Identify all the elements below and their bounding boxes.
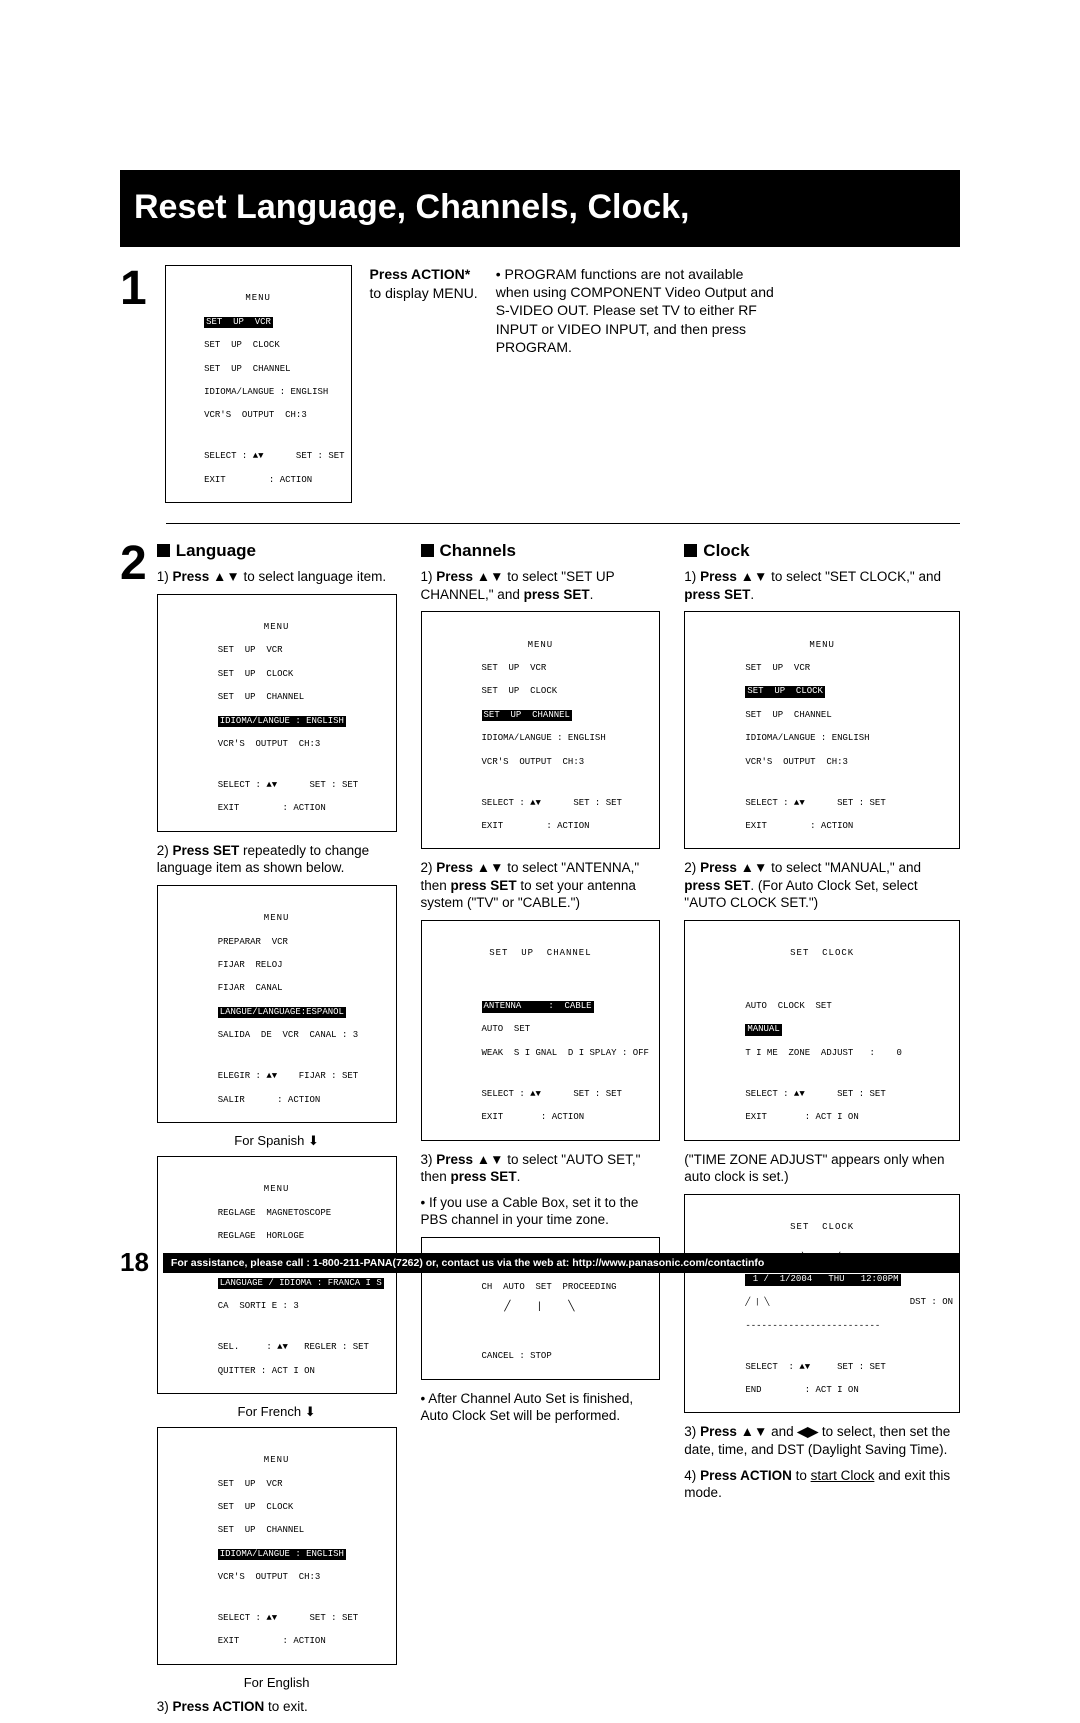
step-2-number: 2	[120, 540, 147, 588]
menu-footer: EXIT : ACTION	[204, 475, 312, 485]
channels-menu-1: MENU SET UP VCR SET UP CLOCK SET UP CHAN…	[421, 611, 661, 849]
divider	[166, 523, 960, 524]
clock-head: Clock	[684, 540, 960, 562]
clock-p4: 4) Press ACTION to start Clock and exit …	[684, 1467, 960, 1502]
clock-column: Clock 1) Press ▲▼ to select "SET CLOCK,"…	[684, 540, 960, 1723]
menu-hl: SET UP VCR	[204, 317, 273, 329]
caption-english: For English	[157, 1675, 397, 1692]
action-text: to display MENU.	[370, 285, 478, 301]
step1-note: • PROGRAM functions are not available wh…	[496, 265, 776, 356]
page-title: Reset Language, Channels, Clock,	[120, 170, 960, 247]
channels-head: Channels	[421, 540, 661, 562]
menu-line: VCR'S OUTPUT CH:3	[204, 410, 307, 420]
step-2: 2 Language 1) Press ▲▼ to select languag…	[120, 540, 960, 1723]
lang-menu-1: MENU SET UP VCR SET UP CLOCK SET UP CHAN…	[157, 594, 397, 832]
note-text: PROGRAM functions are not available when…	[496, 266, 774, 355]
scan-icon: ╱ | ╲	[428, 1305, 654, 1310]
action-label: Press ACTION*	[370, 266, 471, 282]
down-arrow-icon: ⬇	[308, 1133, 319, 1148]
channels-bullet: • If you use a Cable Box, set it to the …	[421, 1194, 661, 1229]
menu-footer: SELECT : ▲▼ SET : SET	[204, 451, 344, 461]
step1-menu: MENU SET UP VCR SET UP CLOCK SET UP CHAN…	[165, 265, 352, 503]
clock-p2: 2) Press ▲▼ to select "MANUAL," and pres…	[684, 859, 960, 912]
menu-line: IDIOMA/LANGUE : ENGLISH	[204, 387, 328, 397]
menu-line: SET UP CHANNEL	[204, 364, 290, 374]
language-column: Language 1) Press ▲▼ to select language …	[157, 540, 397, 1723]
step-1-number: 1	[120, 265, 147, 313]
channels-p1: 1) Press ▲▼ to select "SET UP CHANNEL," …	[421, 568, 661, 603]
down-arrow-icon: ⬇	[305, 1404, 316, 1419]
footer: 18 For assistance, please call : 1-800-2…	[120, 1247, 960, 1278]
clock-p1: 1) Press ▲▼ to select "SET CLOCK," and p…	[684, 568, 960, 603]
step-1: 1 MENU SET UP VCR SET UP CLOCK SET UP CH…	[120, 265, 960, 503]
page-number: 18	[120, 1247, 149, 1278]
channels-p3: 3) Press ▲▼ to select "AUTO SET," then p…	[421, 1151, 661, 1186]
clock-p3: 3) Press ▲▼ and ◀▶ to select, then set t…	[684, 1423, 960, 1458]
lang-menu-en: MENU SET UP VCR SET UP CLOCK SET UP CHAN…	[157, 1427, 397, 1665]
channels-column: Channels 1) Press ▲▼ to select "SET UP C…	[421, 540, 661, 1723]
footer-bar: For assistance, please call : 1-800-211-…	[163, 1253, 960, 1273]
clock-note: ("TIME ZONE ADJUST" appears only when au…	[684, 1151, 960, 1186]
clock-menu-2: SET CLOCK AUTO CLOCK SET MANUAL T I ME Z…	[684, 920, 960, 1141]
clock-menu-1: MENU SET UP VCR SET UP CLOCK SET UP CHAN…	[684, 611, 960, 849]
step1-instruction: Press ACTION* to display MENU.	[370, 265, 478, 303]
clock-menu-3: SET CLOCK ╲ | ╱ 1 / 1/2004 THU 12:00PM ╱…	[684, 1194, 960, 1414]
menu-line: SET UP CLOCK	[204, 340, 280, 350]
lang-menu-es: MENU PREPARAR VCR FIJAR RELOJ FIJAR CANA…	[157, 885, 397, 1123]
caption-french: For French ⬇	[157, 1404, 397, 1421]
caption-spanish: For Spanish ⬇	[157, 1133, 397, 1150]
menu-title: MENU	[172, 293, 345, 305]
channels-p2: 2) Press ▲▼ to select "ANTENNA," then pr…	[421, 859, 661, 912]
channels-after: • After Channel Auto Set is finished, Au…	[421, 1390, 661, 1425]
channels-menu-2: SET UP CHANNEL ANTENNA : CABLE AUTO SET …	[421, 920, 661, 1141]
language-head: Language	[157, 540, 397, 562]
